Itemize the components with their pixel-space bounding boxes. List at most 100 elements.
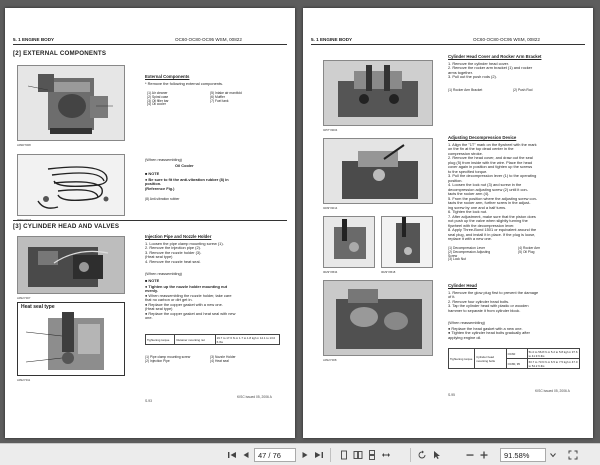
previous-page-button[interactable] (240, 449, 252, 461)
note-1-caption: (8) Anti-vibration rubber (145, 198, 179, 202)
ext-list-right: (5) Intake air manifold (6) Muffler (7) … (210, 92, 242, 103)
toolbar-separator (410, 448, 411, 462)
note-2-label: ■ NOTE (145, 279, 159, 283)
document-viewport[interactable]: 5. 1 ENGINE BODY OC60·OC80·OC95 WSM, 008… (0, 0, 600, 443)
cursor-icon (432, 450, 442, 460)
zoom-in-button[interactable] (478, 449, 490, 461)
heat-seal-label: Heat seal type (21, 305, 55, 311)
ext-intro: * Remove the following external componen… (145, 82, 223, 86)
note-line: ● Tighten up the nozzle holder mounting … (145, 285, 235, 289)
last-page-button[interactable] (313, 449, 325, 461)
section-external-components: [2] EXTERNAL COMPONENTS (13, 50, 106, 57)
two-pages-icon (353, 450, 363, 460)
inj-caption: (4) Heat seal (210, 360, 236, 364)
left-torque-table: Tightening torque Retainer mounting nut … (145, 334, 280, 345)
rotate-icon (417, 450, 427, 460)
rotate-button[interactable] (416, 449, 428, 461)
head-step: 1. Remove the glow plug first to prevent… (448, 291, 538, 295)
reassembling-2: (When reassembling) (145, 272, 182, 276)
note-line: ● Replace the copper gasket and heat sea… (145, 312, 235, 316)
left-header-title: 5. 1 ENGINE BODY (13, 37, 54, 42)
decomp-title: Adjusting Decompression Device (448, 136, 516, 141)
torque-model: OC80, 95 (506, 359, 527, 369)
reassembling-1: (When reassembling) (145, 158, 182, 162)
torque-value: 19.7 to 17.6 N·m 1.7 to 1.8 kgf·m 12.1 t… (215, 335, 279, 345)
page-icon (339, 450, 349, 460)
head-step: hammer to separate it from cylinder bloc… (448, 309, 538, 313)
decompression-detail-photo-2 (381, 216, 433, 268)
photo-code-r1: 0257Y9004 (323, 128, 337, 132)
inj-steps: 1. Loosen the pipe clamp mounting screw … (145, 242, 224, 264)
chevron-down-icon (548, 450, 558, 460)
first-page-button[interactable] (226, 449, 238, 461)
head-note: applying engine oil. (448, 336, 530, 340)
inj-captions-right: (3) Nozzle Holder (4) Heat seal (210, 356, 236, 364)
inj-step: 4. Remove the nozzle heat seal. (145, 260, 224, 264)
fullscreen-icon (568, 450, 578, 460)
oil-cooler-heading: Oil Cooler (175, 164, 194, 168)
left-page: 5. 1 ENGINE BODY OC60·OC80·OC95 WSM, 008… (5, 8, 295, 438)
torque-model: OC60 (506, 349, 527, 359)
viewer-toolbar: 47 / 76 91.58% (0, 443, 600, 465)
cylinder-head-photo (323, 280, 433, 356)
torque-value: 51.0 to 56.8 N·m 5.2 to 5.8 kgf·m 37.6 t… (527, 349, 579, 359)
left-page-number: S-93 (145, 400, 152, 404)
right-page-number: S-95 (448, 394, 455, 398)
single-page-view-button[interactable] (338, 449, 350, 461)
note-line: one. (145, 316, 235, 320)
decomp-steps: 1. Align the "1T" mark on the flywheel w… (448, 143, 537, 242)
zoom-level-field[interactable]: 91.58% (500, 448, 546, 462)
section-cylinder-head: [3] CYLINDER HEAD AND VALVES (13, 223, 119, 230)
cover-caption-1: (1) Rocker Arm Bracket (448, 89, 482, 93)
inj-title: Injection Pipe and Nozzle Holder (145, 235, 211, 240)
next-page-button[interactable] (299, 449, 311, 461)
note-line: (Reference Fig.) (145, 187, 229, 191)
zoom-out-button[interactable] (464, 449, 476, 461)
continuous-view-button[interactable] (366, 449, 378, 461)
right-page: 5. 1 ENGINE BODY OC60·OC80·OC95 WSM, 008… (303, 8, 593, 438)
minus-icon (465, 450, 475, 460)
left-header-rule (13, 44, 287, 45)
torque-label: Tightening torque (449, 349, 475, 369)
decomp-captions-right: (4) Rocker Arm (5) Oil Plug (518, 247, 540, 255)
photo-code-3: A0S2Y007 (17, 296, 30, 300)
two-page-view-button[interactable] (352, 449, 364, 461)
decomp-caption: (3) Lock Nut (448, 258, 490, 262)
photo-code-1: A0SDT008 (17, 143, 31, 147)
right-header-rule (311, 44, 585, 45)
torque-label: Tightening torque (146, 335, 175, 345)
plus-icon (479, 450, 489, 460)
right-torque-table: Tightening torque Cylinder head mounting… (448, 348, 580, 369)
head-notes: ● Replace the head gasket with a new one… (448, 327, 530, 340)
fit-width-button[interactable] (380, 449, 392, 461)
ext-list-left: (1) Air cleaner (2) Spiral case (3) Oil … (147, 92, 169, 107)
torque-value: 63.7 to 73.6 N·m 6.5 to 7.5 kgf·m 47.0 t… (527, 359, 579, 369)
inj-captions-left: (1) Pipe clamp mounting screw (2) Inject… (145, 356, 190, 364)
left-footer-issue: KISC issued 05, 2006 A (237, 396, 272, 400)
photo-code-r3: 0029Y9534 (323, 270, 337, 274)
ext-item: (4) Oil cooler (147, 103, 169, 107)
note-2-text: ● Tighten up the nozzle holder mounting … (145, 285, 235, 321)
head-reassembling: (When reassembling) (448, 321, 485, 325)
selection-tool-button[interactable] (431, 449, 443, 461)
heat-seal-box: Heat seal type (17, 302, 125, 376)
skip-back-icon (227, 450, 237, 460)
photo-code-4: A0S2Y011 (17, 378, 30, 382)
rocker-arm-photo (323, 60, 433, 126)
oil-cooler-photo (17, 154, 125, 216)
fit-width-icon (381, 450, 391, 460)
decomp-step: replace it with a new one. (448, 237, 537, 241)
decompression-detail-photo-1 (323, 216, 375, 268)
photo-code-r2: 0209Y9014 (323, 206, 337, 210)
fullscreen-button[interactable] (567, 449, 579, 461)
decomp-captions-left: (1) Decompression Lever (2) Decompressio… (448, 247, 490, 262)
note-1-label: ■ NOTE (145, 172, 159, 176)
zoom-dropdown-button[interactable] (547, 449, 559, 461)
triangle-left-icon (241, 450, 251, 460)
torque-item: Retainer mounting nut (175, 335, 215, 345)
inj-caption: (2) Injection Pipe (145, 360, 190, 364)
ext-item: (7) Fuel tank (210, 100, 242, 104)
injection-pipe-photo (17, 236, 125, 294)
page-number-field[interactable]: 47 / 76 (254, 448, 296, 462)
skip-forward-icon (314, 450, 324, 460)
